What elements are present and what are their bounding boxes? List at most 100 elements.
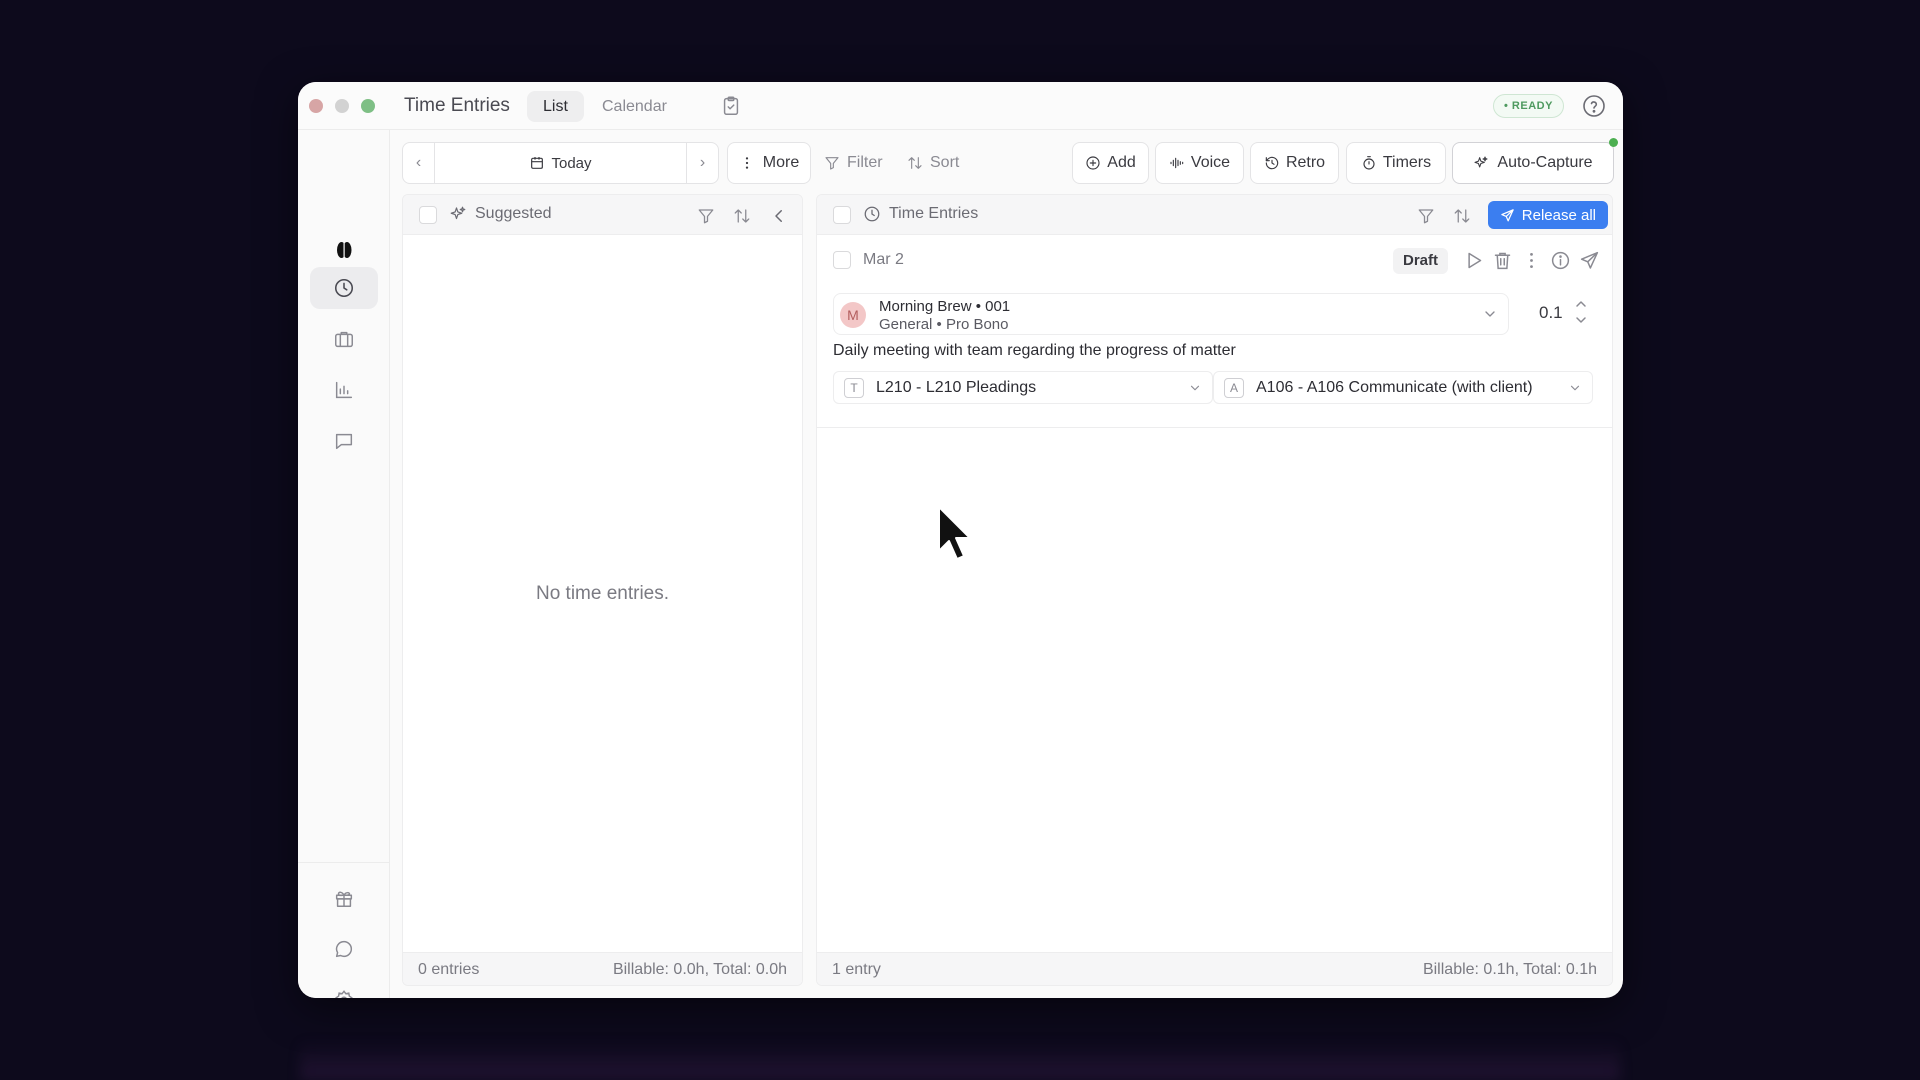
tab-calendar[interactable]: Calendar [586, 91, 683, 122]
tab-list[interactable]: List [527, 91, 584, 122]
audio-waveform-icon [1170, 157, 1184, 169]
chevron-down-icon [1190, 385, 1200, 391]
select-all-entries-checkbox[interactable] [833, 206, 851, 224]
release-all-button[interactable]: Release all [1487, 201, 1608, 229]
sidebar: KL [298, 130, 390, 998]
sidebar-item-settings[interactable] [310, 979, 378, 998]
activity-code-value: A106 - A106 Communicate (with client) [1256, 379, 1533, 396]
time-entries-panel-footer: 1 entry Billable: 0.1h, Total: 0.1h [817, 952, 1612, 985]
sidebar-item-chat[interactable] [310, 928, 378, 970]
chat-bubble-icon [335, 940, 352, 958]
entry-checkbox[interactable] [833, 251, 851, 269]
close-window-button[interactable] [309, 99, 323, 113]
app-logo-icon [337, 242, 352, 258]
empty-state-message: No time entries. [535, 583, 670, 604]
filter-icon[interactable] [697, 207, 715, 225]
timers-label: Timers [1382, 154, 1432, 171]
plus-circle-icon [1086, 156, 1100, 170]
filter-label: Filter [847, 154, 883, 171]
task-code-letter: T [844, 378, 864, 398]
task-code-value: L210 - L210 Pleadings [876, 379, 1037, 396]
totals-summary: Billable: 0.1h, Total: 0.1h [1422, 961, 1597, 978]
filter-button[interactable]: Filter [824, 142, 883, 184]
calendar-icon [531, 157, 544, 169]
play-icon[interactable] [1463, 250, 1484, 271]
release-all-label: Release all [1521, 206, 1596, 224]
chevron-down-icon [1570, 385, 1580, 391]
sidebar-item-time-entries[interactable] [310, 267, 378, 309]
stopwatch-icon [1363, 156, 1375, 170]
sidebar-item-messages[interactable] [310, 420, 378, 462]
filter-icon [825, 157, 839, 170]
sort-arrows-icon[interactable] [733, 207, 751, 225]
add-label: Add [1107, 154, 1136, 171]
filter-icon[interactable] [1417, 207, 1435, 225]
collapse-chevron-icon[interactable] [770, 207, 788, 225]
select-all-suggested-checkbox[interactable] [419, 206, 437, 224]
voice-button[interactable]: Voice [1155, 142, 1244, 184]
sort-button[interactable]: Sort [907, 142, 959, 184]
retro-label: Retro [1285, 154, 1326, 171]
mouse-cursor-icon [938, 506, 971, 560]
history-icon [1265, 156, 1279, 170]
clock-icon [334, 278, 354, 298]
sidebar-item-reports[interactable] [310, 369, 378, 411]
message-square-icon [335, 433, 353, 450]
auto-capture-button[interactable]: Auto-Capture [1452, 138, 1618, 184]
page-title: Time Entries [404, 95, 510, 116]
activity-code-select[interactable]: A A106 - A106 Communicate (with client) [1213, 371, 1593, 404]
task-code-select[interactable]: T L210 - L210 Pleadings [833, 371, 1213, 404]
matter-selector[interactable]: M Morning Brew • 001 General • Pro Bono [833, 293, 1509, 335]
gift-icon [335, 891, 353, 907]
add-button[interactable]: Add [1072, 142, 1149, 184]
send-icon [1501, 208, 1514, 221]
previous-day-button[interactable]: ‹ [403, 143, 435, 183]
trash-icon[interactable] [1492, 250, 1513, 271]
voice-label: Voice [1190, 154, 1231, 171]
sort-arrows-icon [908, 157, 922, 169]
status-badge: • READY [1493, 94, 1564, 118]
date-navigator: ‹ Today › [402, 142, 719, 184]
entry-date: Mar 2 [863, 251, 904, 268]
sort-arrows-icon[interactable] [1453, 207, 1471, 225]
background-glow [300, 1040, 1620, 1080]
totals-summary: Billable: 0.0h, Total: 0.0h [612, 961, 787, 978]
entry-actions [1463, 250, 1600, 271]
sort-label: Sort [930, 154, 960, 171]
time-entries-title-label: Time Entries [889, 205, 979, 222]
matter-subtitle: General • Pro Bono [879, 316, 1009, 333]
entry-count: 0 entries [418, 961, 480, 978]
suggested-title: Suggested [449, 205, 552, 223]
hours-stepper-icon[interactable] [1574, 297, 1588, 327]
sparkles-icon [450, 206, 466, 220]
vertical-dots-icon[interactable] [1521, 250, 1542, 271]
sidebar-item-rewards[interactable] [310, 877, 378, 919]
retro-button[interactable]: Retro [1250, 142, 1339, 184]
info-icon[interactable] [1550, 250, 1571, 271]
entry-description[interactable]: Daily meeting with team regarding the pr… [833, 342, 1236, 360]
briefcase-icon [335, 331, 353, 348]
next-day-button[interactable]: › [686, 143, 718, 183]
more-button[interactable]: More [727, 142, 811, 184]
help-icon[interactable] [1582, 94, 1606, 118]
today-button[interactable]: Today [435, 155, 686, 172]
more-label: More [762, 154, 800, 171]
sidebar-item-matters[interactable] [310, 318, 378, 360]
bar-chart-icon [335, 381, 353, 399]
sparkles-icon [1474, 156, 1488, 168]
auto-capture-label: Auto-Capture [1497, 154, 1593, 171]
maximize-window-button[interactable] [361, 99, 375, 113]
time-entry-card: Mar 2 Draft M Morning Brew • 001 General… [817, 235, 1612, 428]
time-entries-panel-header: Time Entries Release all [817, 195, 1612, 235]
suggested-panel-footer: 0 entries Billable: 0.0h, Total: 0.0h [403, 952, 802, 985]
entry-count: 1 entry [832, 961, 881, 978]
hours-input[interactable]: 0.1 [1539, 303, 1563, 323]
gear-icon [335, 990, 353, 998]
sidebar-divider [298, 862, 389, 863]
clipboard-check-icon[interactable] [720, 95, 742, 117]
matter-avatar: M [840, 302, 866, 328]
send-icon[interactable] [1579, 250, 1600, 271]
draft-status-badge: Draft [1392, 248, 1448, 274]
timers-button[interactable]: Timers [1346, 142, 1446, 184]
minimize-window-button[interactable] [335, 99, 349, 113]
